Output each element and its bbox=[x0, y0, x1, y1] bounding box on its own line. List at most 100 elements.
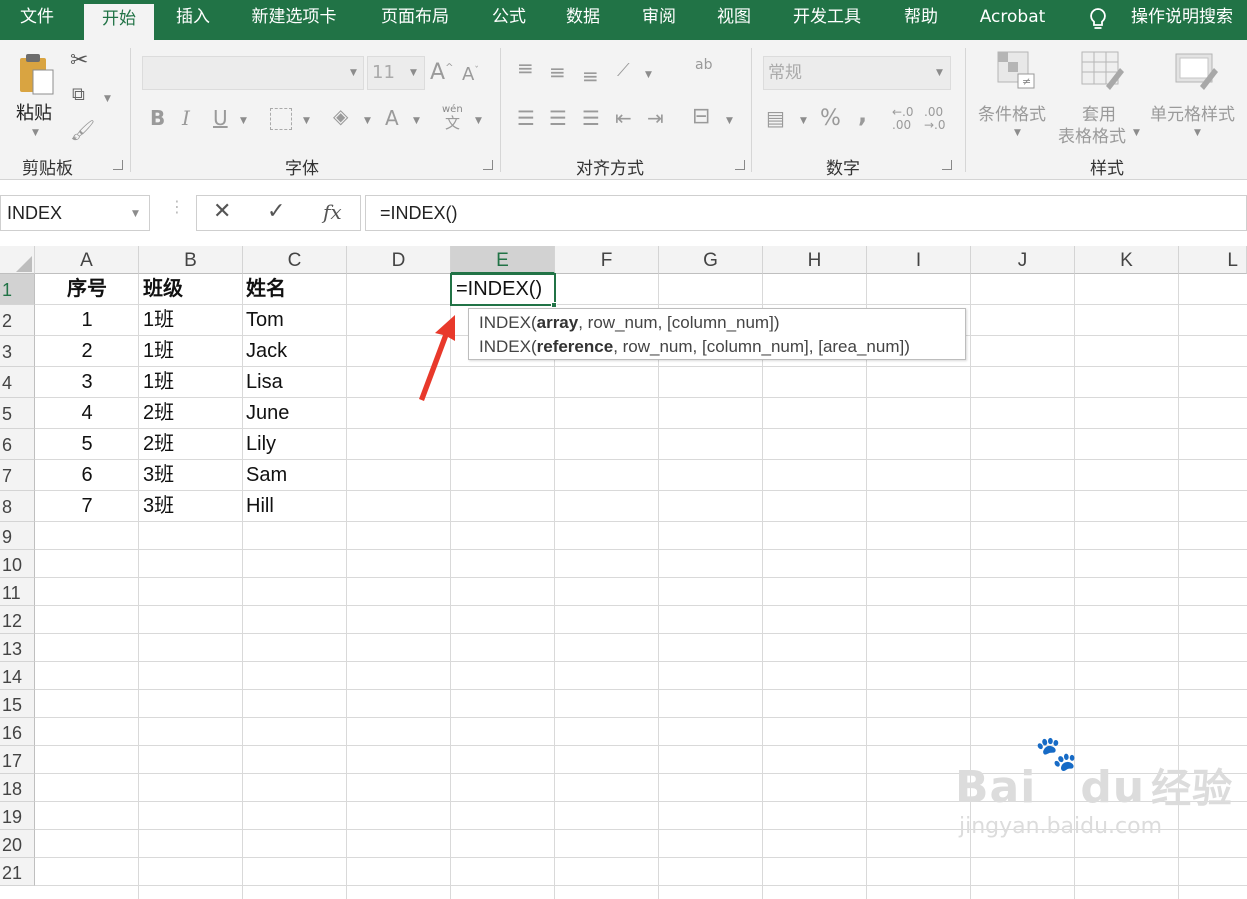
lightbulb-icon[interactable] bbox=[1086, 6, 1110, 34]
border-icon[interactable] bbox=[270, 108, 292, 130]
column-header-a[interactable]: A bbox=[35, 246, 139, 274]
tab-view[interactable]: 视图 bbox=[703, 0, 765, 40]
column-header-k[interactable]: K bbox=[1075, 246, 1179, 274]
cell-a[interactable]: 1 bbox=[35, 305, 139, 336]
orientation-icon[interactable]: ⟋ bbox=[617, 62, 630, 80]
column-header-d[interactable]: D bbox=[347, 246, 451, 274]
italic-button[interactable]: I bbox=[182, 108, 190, 128]
format-as-table-button[interactable]: 表格格式 bbox=[1058, 122, 1126, 147]
row-header[interactable]: 12 bbox=[0, 606, 35, 634]
tab-formulas[interactable]: 公式 bbox=[478, 0, 540, 40]
format-painter-icon[interactable]: 🖌 bbox=[70, 120, 95, 140]
align-middle-icon[interactable]: ≡ bbox=[549, 62, 566, 82]
cell-c1[interactable]: 姓名 bbox=[246, 274, 286, 305]
copy-dropdown-icon[interactable]: ▼ bbox=[104, 94, 111, 104]
align-center-icon[interactable]: ☰ bbox=[549, 108, 567, 128]
cell-a[interactable]: 2 bbox=[35, 336, 139, 367]
cell-b1[interactable]: 班级 bbox=[143, 274, 183, 305]
row-header[interactable]: 6 bbox=[0, 429, 35, 460]
name-box[interactable]: INDEX bbox=[0, 195, 150, 231]
increase-indent-icon[interactable]: ⇥ bbox=[647, 108, 664, 128]
conditional-formatting-icon[interactable]: ≠ bbox=[996, 50, 1036, 90]
row-header[interactable]: 4 bbox=[0, 367, 35, 398]
cell-b[interactable]: 1班 bbox=[143, 336, 174, 367]
paste-dropdown-icon[interactable]: ▼ bbox=[32, 128, 39, 138]
row-header[interactable]: 5 bbox=[0, 398, 35, 429]
row-header[interactable]: 18 bbox=[0, 774, 35, 802]
row-header[interactable]: 10 bbox=[0, 550, 35, 578]
column-header-l[interactable]: L bbox=[1179, 246, 1247, 274]
cut-icon[interactable]: ✂ bbox=[70, 50, 88, 72]
underline-button[interactable]: U bbox=[213, 108, 228, 128]
cell-a[interactable]: 4 bbox=[35, 398, 139, 429]
accounting-format-icon[interactable]: ▤ bbox=[766, 108, 785, 128]
column-header-g[interactable]: G bbox=[659, 246, 763, 274]
number-format-select[interactable]: 常规 bbox=[763, 56, 951, 90]
cell-styles-button[interactable]: 单元格样式 bbox=[1150, 100, 1235, 125]
cell-c[interactable]: Hill bbox=[246, 491, 274, 522]
align-left-icon[interactable]: ☰ bbox=[517, 108, 535, 128]
row-header[interactable]: 19 bbox=[0, 802, 35, 830]
merge-center-icon[interactable]: ⊟ bbox=[692, 106, 710, 128]
cancel-icon[interactable]: ✕ bbox=[213, 199, 231, 224]
fill-color-icon[interactable]: ◈ bbox=[333, 106, 348, 126]
tab-review[interactable]: 审阅 bbox=[628, 0, 690, 40]
increase-decimal-button[interactable]: ←.0 .00 bbox=[892, 106, 914, 132]
tab-data[interactable]: 数据 bbox=[552, 0, 614, 40]
align-bottom-icon[interactable]: ≡ bbox=[582, 66, 599, 86]
tab-acrobat[interactable]: Acrobat bbox=[965, 0, 1060, 40]
conditional-formatting-button[interactable]: 条件格式 bbox=[978, 100, 1046, 125]
tab-new[interactable]: 新建选项卡 bbox=[238, 0, 350, 40]
row-header[interactable]: 21 bbox=[0, 858, 35, 886]
row-header[interactable]: 7 bbox=[0, 460, 35, 491]
row-header[interactable]: 3 bbox=[0, 336, 35, 367]
tab-home[interactable]: 开始 bbox=[84, 0, 154, 40]
chevron-down-icon[interactable]: ▼ bbox=[132, 209, 139, 219]
cell-a[interactable]: 3 bbox=[35, 367, 139, 398]
worksheet-grid[interactable]: A B C D E F G H I J K L 1 2 3 4 5 6 7 8 … bbox=[0, 246, 1247, 899]
alignment-launcher-icon[interactable] bbox=[735, 160, 745, 170]
font-launcher-icon[interactable] bbox=[483, 160, 493, 170]
column-header-i[interactable]: I bbox=[867, 246, 971, 274]
tab-help[interactable]: 帮助 bbox=[890, 0, 952, 40]
font-color-icon[interactable]: A bbox=[385, 108, 399, 128]
cell-c[interactable]: Sam bbox=[246, 460, 287, 491]
enter-icon[interactable]: ✓ bbox=[267, 199, 285, 224]
clipboard-launcher-icon[interactable] bbox=[113, 160, 123, 170]
column-header-h[interactable]: H bbox=[763, 246, 867, 274]
tab-insert[interactable]: 插入 bbox=[160, 0, 226, 40]
number-launcher-icon[interactable] bbox=[942, 160, 952, 170]
tell-me-search[interactable]: 操作说明搜索 bbox=[1122, 0, 1242, 40]
row-header[interactable]: 13 bbox=[0, 634, 35, 662]
bold-button[interactable]: B bbox=[150, 108, 165, 128]
column-header-b[interactable]: B bbox=[139, 246, 243, 274]
comma-button[interactable]: , bbox=[858, 102, 867, 126]
row-header[interactable]: 20 bbox=[0, 830, 35, 858]
column-header-c[interactable]: C bbox=[243, 246, 347, 274]
cell-c[interactable]: June bbox=[246, 398, 289, 429]
phonetic-icon[interactable]: 文 bbox=[445, 116, 460, 131]
row-header[interactable]: 14 bbox=[0, 662, 35, 690]
row-header[interactable]: 15 bbox=[0, 690, 35, 718]
increase-font-icon[interactable]: A^ bbox=[430, 62, 453, 84]
row-header[interactable]: 17 bbox=[0, 746, 35, 774]
wrap-text-icon[interactable]: ab bbox=[695, 58, 712, 72]
cell-b[interactable]: 2班 bbox=[143, 398, 174, 429]
cell-b[interactable]: 3班 bbox=[143, 491, 174, 522]
font-name-select[interactable] bbox=[142, 56, 364, 90]
row-header[interactable]: 8 bbox=[0, 491, 35, 522]
cell-b[interactable]: 2班 bbox=[143, 429, 174, 460]
cell-a[interactable]: 7 bbox=[35, 491, 139, 522]
cell-a[interactable]: 5 bbox=[35, 429, 139, 460]
tab-file[interactable]: 文件 bbox=[0, 0, 74, 40]
copy-icon[interactable]: ⧉ bbox=[72, 86, 85, 104]
formula-input[interactable]: =INDEX() bbox=[365, 195, 1247, 231]
column-header-e[interactable]: E bbox=[451, 246, 555, 274]
cell-c[interactable]: Tom bbox=[246, 305, 284, 336]
column-header-j[interactable]: J bbox=[971, 246, 1075, 274]
cell-c[interactable]: Lisa bbox=[246, 367, 283, 398]
cell-a[interactable]: 6 bbox=[35, 460, 139, 491]
tooltip-syntax-reference[interactable]: INDEX(reference, row_num, [column_num], … bbox=[479, 335, 955, 359]
cell-b[interactable]: 3班 bbox=[143, 460, 174, 491]
row-header[interactable]: 9 bbox=[0, 522, 35, 550]
